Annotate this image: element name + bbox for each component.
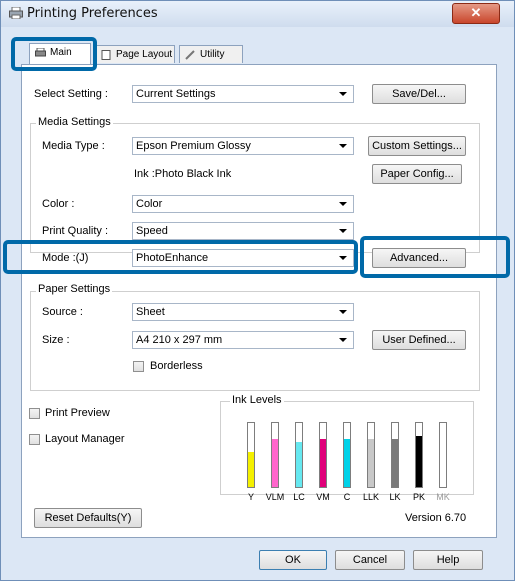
ink-bar-mk [439, 422, 447, 488]
ink-fill-vm [320, 439, 326, 487]
chevron-down-icon [339, 229, 347, 233]
paper-settings-title: Paper Settings [36, 283, 113, 295]
ink-label-vm: VM [316, 492, 330, 502]
paper-config-button[interactable]: Paper Config... [372, 164, 462, 184]
ink-label-y: Y [247, 492, 254, 502]
color-value: Color [136, 198, 163, 210]
media-settings-title: Media Settings [36, 116, 113, 128]
user-defined-button[interactable]: User Defined... [372, 330, 466, 350]
ink-fill-y [248, 451, 254, 487]
borderless-checkbox[interactable] [133, 361, 144, 372]
printer-icon [9, 7, 23, 19]
color-label: Color : [42, 198, 75, 210]
ink-type-text: Ink :Photo Black Ink [134, 168, 232, 180]
media-type-combo[interactable]: Epson Premium Glossy [132, 137, 354, 155]
ink-label-lk: LK [389, 492, 401, 502]
ink-fill-llk [368, 439, 374, 487]
help-button[interactable]: Help [413, 550, 483, 570]
ink-bar-y [247, 422, 255, 488]
chevron-down-icon [339, 144, 347, 148]
media-type-label: Media Type : [42, 140, 105, 152]
print-quality-label: Print Quality : [42, 225, 109, 237]
size-combo[interactable]: A4 210 x 297 mm [132, 331, 354, 349]
source-label: Source : [42, 306, 83, 318]
borderless-label: Borderless [150, 360, 203, 372]
tab-utility-label: Utility [200, 49, 225, 60]
cancel-button[interactable]: Cancel [335, 550, 405, 570]
select-setting-label: Select Setting : [34, 88, 108, 100]
size-label: Size : [42, 334, 70, 346]
ink-fill-vlm [272, 439, 278, 487]
ink-fill-lc [296, 442, 302, 487]
highlight-advanced-button [360, 236, 510, 278]
ok-button[interactable]: OK [259, 550, 327, 570]
ink-bar-llk [367, 422, 375, 488]
ink-label-vlm: VLM [265, 492, 285, 502]
close-button[interactable]: ✕ [452, 3, 500, 24]
ink-bar-vm [319, 422, 327, 488]
tab-page-layout-label: Page Layout [116, 49, 173, 60]
chevron-down-icon [339, 338, 347, 342]
save-del-button[interactable]: Save/Del... [372, 84, 466, 104]
select-setting-combo[interactable]: Current Settings [132, 85, 354, 103]
ink-label-lc: LC [293, 492, 305, 502]
ink-bar-c [343, 422, 351, 488]
ink-label-llk: LLK [362, 492, 379, 502]
color-combo[interactable]: Color [132, 195, 354, 213]
ink-fill-pk [416, 435, 422, 487]
chevron-down-icon [339, 310, 347, 314]
window-title: Printing Preferences [27, 6, 158, 21]
ink-bar-lc [295, 422, 303, 488]
chevron-down-icon [339, 202, 347, 206]
chevron-down-icon [339, 92, 347, 96]
wrench-icon [185, 50, 195, 60]
print-preview-checkbox[interactable] [29, 408, 40, 419]
ink-bar-vlm [271, 422, 279, 488]
print-quality-value: Speed [136, 225, 168, 237]
tab-utility[interactable]: Utility [179, 45, 243, 63]
ink-bar-lk [391, 422, 399, 488]
printing-preferences-window: Printing Preferences ✕ Main Page Layout … [0, 0, 515, 581]
reset-defaults-button[interactable]: Reset Defaults(Y) [34, 508, 142, 528]
size-value: A4 210 x 297 mm [136, 334, 223, 346]
layout-manager-label: Layout Manager [45, 433, 125, 445]
page-icon [101, 50, 111, 60]
ink-label-c: C [343, 492, 351, 502]
custom-settings-button[interactable]: Custom Settings... [368, 136, 466, 156]
ink-bar-pk [415, 422, 423, 488]
media-type-value: Epson Premium Glossy [136, 140, 251, 152]
print-preview-label: Print Preview [45, 407, 110, 419]
layout-manager-checkbox[interactable] [29, 434, 40, 445]
highlight-main-tab [11, 37, 97, 71]
title-bar: Printing Preferences ✕ [1, 1, 514, 27]
ink-fill-lk [392, 439, 398, 487]
print-quality-combo[interactable]: Speed [132, 222, 354, 240]
ink-label-pk: PK [412, 492, 425, 502]
ink-fill-c [344, 439, 350, 487]
select-setting-value: Current Settings [136, 88, 216, 100]
highlight-mode-row [3, 240, 358, 274]
main-tab-panel: Select Setting : Current Settings Save/D… [21, 64, 497, 538]
source-combo[interactable]: Sheet [132, 303, 354, 321]
source-value: Sheet [136, 306, 165, 318]
ink-levels-title: Ink Levels [230, 394, 284, 406]
ink-label-mk: MK [436, 492, 450, 502]
version-text: Version 6.70 [405, 512, 467, 524]
tab-page-layout[interactable]: Page Layout [95, 45, 175, 63]
